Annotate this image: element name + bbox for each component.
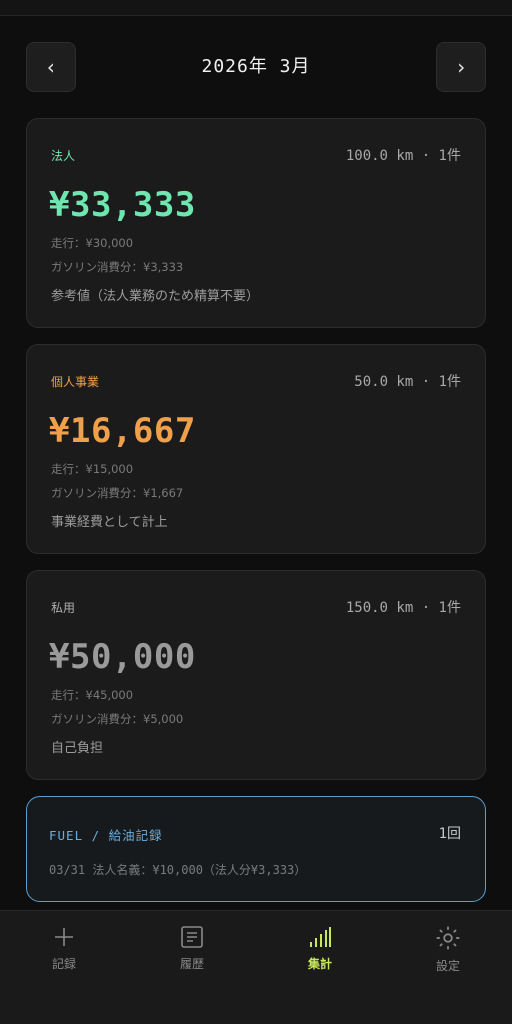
nav-history[interactable]: 履歴 xyxy=(152,925,232,972)
category-label: 私用 xyxy=(51,601,76,615)
driving-cost: 走行：¥30,000 xyxy=(51,236,134,250)
nav-settings[interactable]: 設定 xyxy=(408,925,488,974)
fuel-record-title: FUEL / 給油記録 xyxy=(49,828,163,843)
fuel-cost: ガソリン消費分：¥1,667 xyxy=(51,486,184,500)
current-month: 2026年 3月 xyxy=(201,56,311,77)
fuel-cost: ガソリン消費分：¥3,333 xyxy=(51,260,184,274)
nav-label: 集計 xyxy=(307,957,332,971)
summary-card-corporate[interactable]: 法人 100.0 km · 1件 ¥33,333 走行：¥30,000 ガソリン… xyxy=(26,118,486,328)
history-icon xyxy=(181,926,203,948)
category-label: 法人 xyxy=(51,149,76,163)
summary-card-private[interactable]: 私用 150.0 km · 1件 ¥50,000 走行：¥45,000 ガソリン… xyxy=(26,570,486,780)
card-note: 参考値（法人業務のため精算不要） xyxy=(51,289,260,304)
nav-label: 記録 xyxy=(51,957,76,971)
fuel-record-card[interactable]: FUEL / 給油記録 1回 03/31 法人名義：¥10,000（法人分¥3,… xyxy=(26,796,486,902)
card-note: 自己負担 xyxy=(51,741,104,756)
total-amount: ¥33,333 xyxy=(49,185,196,225)
distance-count: 50.0 km · 1件 xyxy=(354,374,461,390)
plus-icon xyxy=(55,928,73,946)
nav-summary[interactable]: 集計 xyxy=(280,925,360,972)
card-note: 事業経費として計上 xyxy=(51,515,168,530)
prev-month-button[interactable]: ‹ xyxy=(26,42,76,92)
nav-record[interactable]: 記録 xyxy=(24,925,104,972)
total-amount: ¥50,000 xyxy=(49,637,196,677)
distance-count: 100.0 km · 1件 xyxy=(345,148,461,164)
total-amount: ¥16,667 xyxy=(49,411,196,451)
top-strip xyxy=(0,0,512,16)
fuel-cost: ガソリン消費分：¥5,000 xyxy=(51,712,184,726)
category-label: 個人事業 xyxy=(51,375,100,389)
nav-label: 履歴 xyxy=(179,957,204,971)
month-navigator: ‹ 2026年 3月 › xyxy=(26,42,486,92)
driving-cost: 走行：¥15,000 xyxy=(51,462,134,476)
distance-count: 150.0 km · 1件 xyxy=(345,600,461,616)
bottom-navigation: 記録 履歴 集計 設定 xyxy=(0,910,512,1024)
nav-label: 設定 xyxy=(435,959,460,973)
next-month-button[interactable]: › xyxy=(436,42,486,92)
bar-chart-icon xyxy=(310,927,331,947)
gear-icon xyxy=(436,926,460,950)
summary-card-business[interactable]: 個人事業 50.0 km · 1件 ¥16,667 走行：¥15,000 ガソリ… xyxy=(26,344,486,554)
fuel-record-count: 1回 xyxy=(438,826,461,842)
fuel-record-entry: 03/31 法人名義：¥10,000（法人分¥3,333） xyxy=(49,863,307,877)
driving-cost: 走行：¥45,000 xyxy=(51,688,134,702)
